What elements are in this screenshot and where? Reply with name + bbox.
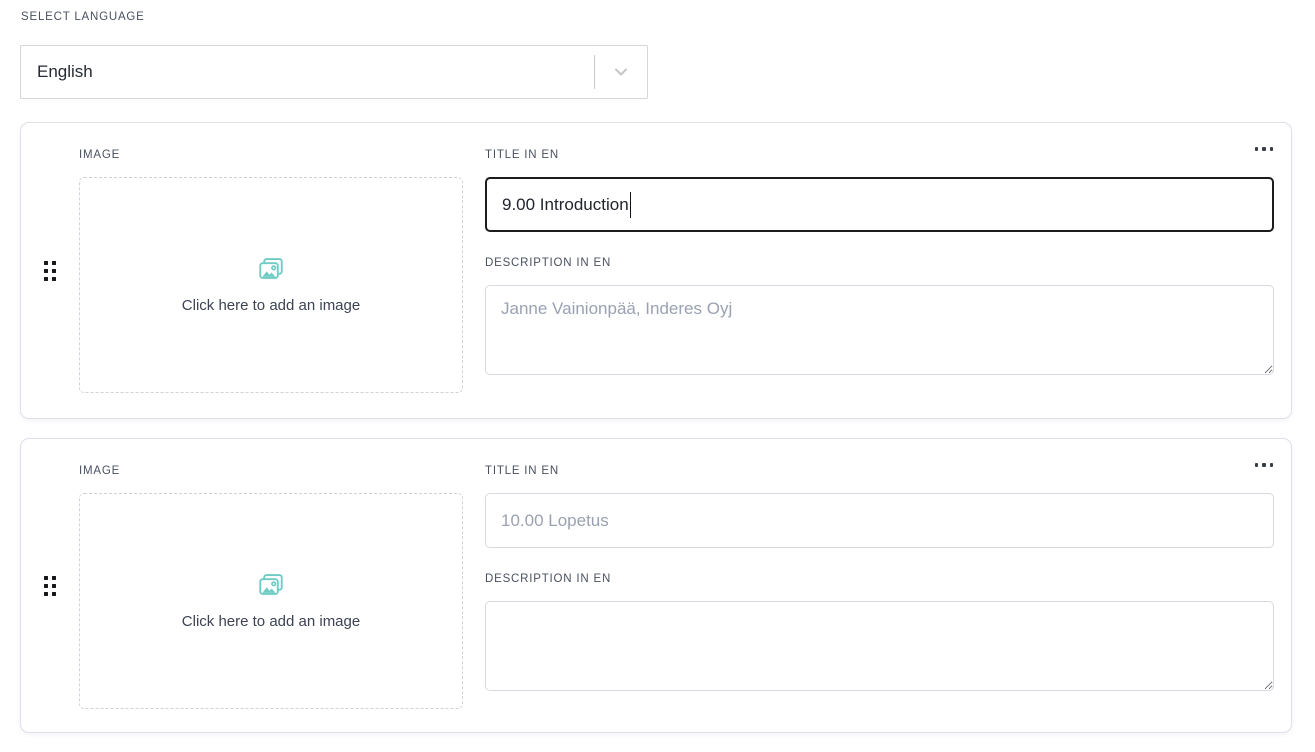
language-selected-value: English (21, 62, 594, 82)
schedule-item-card: IMAGE Click here to add an image TITLE I… (20, 438, 1292, 733)
language-select[interactable]: English (20, 45, 648, 99)
image-column: IMAGE Click here to add an image (79, 149, 463, 392)
more-options-button[interactable] (1255, 459, 1274, 471)
card-body: IMAGE Click here to add an image TITLE I… (79, 123, 1291, 418)
schedule-item-card: IMAGE Click here to add an image TITLE I… (20, 122, 1292, 419)
description-label: DESCRIPTION IN EN (485, 257, 1274, 270)
image-label: IMAGE (79, 465, 463, 478)
text-caret (630, 192, 632, 218)
images-icon (257, 256, 285, 284)
title-input[interactable] (485, 493, 1274, 548)
description-textarea[interactable] (485, 285, 1274, 375)
images-icon (257, 572, 285, 600)
title-input-wrap (485, 177, 1274, 232)
image-upload-dropzone[interactable]: Click here to add an image (79, 493, 463, 709)
drag-gutter (21, 439, 79, 732)
title-label: TITLE IN EN (485, 149, 1274, 162)
description-label: DESCRIPTION IN EN (485, 573, 1274, 586)
drag-handle-icon[interactable] (44, 261, 56, 281)
description-textarea[interactable] (485, 601, 1274, 691)
drag-gutter (21, 123, 79, 418)
fields-column: TITLE IN EN DESCRIPTION IN EN (485, 149, 1274, 392)
fields-column: TITLE IN EN DESCRIPTION IN EN (485, 465, 1274, 706)
select-language-label: SELECT LANGUAGE (21, 11, 1315, 24)
chevron-down-icon (595, 62, 647, 82)
more-options-button[interactable] (1255, 143, 1274, 155)
title-label: TITLE IN EN (485, 465, 1274, 478)
title-input[interactable] (485, 177, 1274, 232)
card-body: IMAGE Click here to add an image TITLE I… (79, 439, 1291, 732)
schedule-editor-page: SELECT LANGUAGE English IMAGE (0, 0, 1315, 733)
image-upload-dropzone[interactable]: Click here to add an image (79, 177, 463, 393)
title-input-wrap (485, 493, 1274, 548)
image-column: IMAGE Click here to add an image (79, 465, 463, 706)
drag-handle-icon[interactable] (44, 576, 56, 596)
dropzone-text: Click here to add an image (182, 613, 360, 630)
dropzone-text: Click here to add an image (182, 297, 360, 314)
image-label: IMAGE (79, 149, 463, 162)
